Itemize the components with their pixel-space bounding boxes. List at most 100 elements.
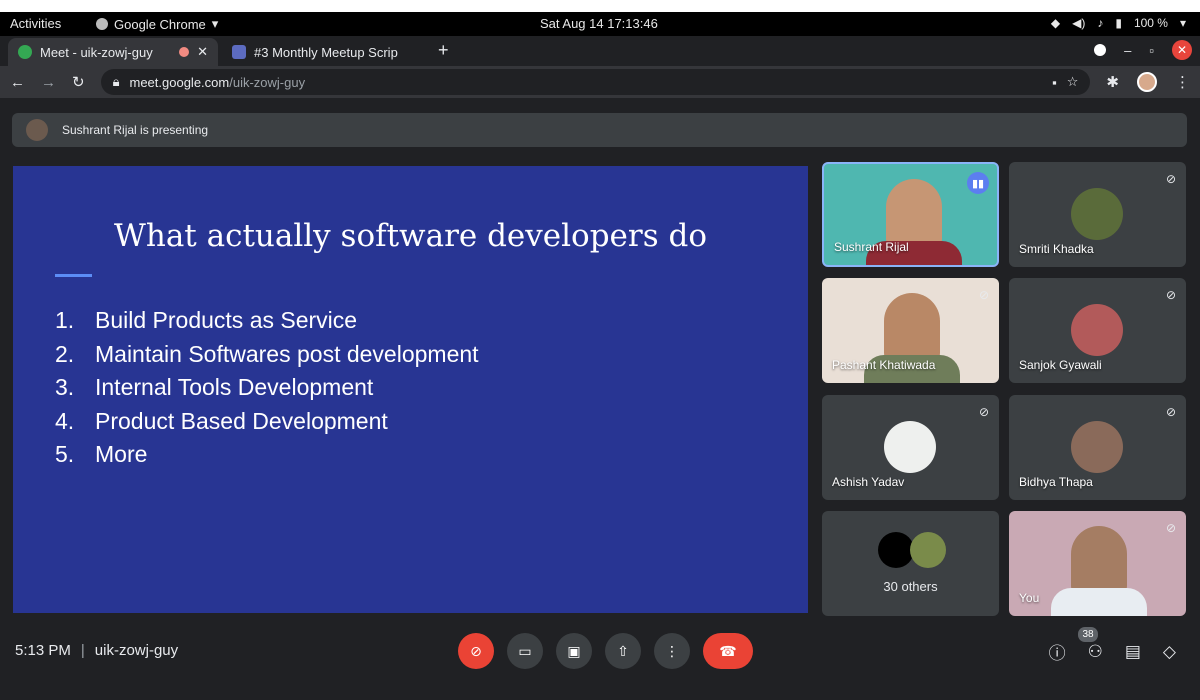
presenting-banner: Sushrant Rijal is presenting (12, 113, 1187, 147)
speaking-indicator-icon: ▮▮ (967, 172, 989, 194)
volume-icon: ◀) (1072, 16, 1086, 30)
reload-icon[interactable]: ↻ (72, 73, 85, 91)
system-tray[interactable]: ◆ ◀) ♪ ▮ 100 % ▾ (1051, 16, 1186, 30)
address-bar[interactable]: 🔒︎ meet.google.com/uik-zowj-guy ▪ ☆ (100, 69, 1091, 95)
forward-icon[interactable]: → (41, 74, 56, 91)
participant-tile-ashish-yadav[interactable]: ⊘ Ashish Yadav (822, 395, 999, 500)
participant-name: Sushrant Rijal (834, 240, 909, 254)
list-number: 5. (55, 441, 75, 467)
people-icon[interactable]: ⚇ (1088, 642, 1103, 662)
meeting-info: 5:13 PM | uik-zowj-guy (15, 642, 178, 659)
app-menu[interactable]: Google Chrome ▾ (96, 16, 218, 32)
participant-name: Ashish Yadav (832, 475, 905, 489)
back-icon[interactable]: ← (10, 74, 25, 91)
camera-toggle-button[interactable]: ▭ (507, 633, 543, 669)
list-item: 2. Maintain Softwares post development (55, 338, 479, 372)
meeting-time: 5:13 PM (15, 642, 71, 659)
new-tab-icon[interactable]: + (438, 40, 449, 61)
participant-name: Pashant Khatiwada (832, 358, 936, 372)
participant-tile-you[interactable]: ⊘ You (1009, 511, 1186, 616)
list-number: 4. (55, 407, 75, 434)
recording-indicator-icon (179, 47, 190, 57)
list-item: 5. More (55, 438, 479, 472)
mic-off-icon: ⊘ (1165, 521, 1176, 535)
people-count-badge: 38 (1078, 627, 1098, 642)
tab-label: #3 Monthly Meetup Scrip (254, 44, 398, 60)
participant-name: Bidhya Thapa (1019, 475, 1093, 489)
mic-toggle-button[interactable]: ⊘ (458, 633, 494, 669)
participant-name: You (1019, 591, 1040, 605)
battery-icon: ▮ (1115, 16, 1122, 30)
close-icon[interactable]: ✕ (197, 44, 208, 60)
list-text: Build Products as Service (95, 307, 358, 333)
mic-off-icon: ⊘ (1165, 172, 1176, 186)
meet-favicon-icon (18, 45, 32, 59)
slide-title: What actually software developers do (113, 218, 707, 254)
meeting-details-icon[interactable]: ⓘ (1049, 639, 1066, 664)
list-number: 1. (55, 307, 75, 333)
microphone-icon: ♪ (1097, 16, 1104, 30)
tab-docs[interactable]: #3 Monthly Meetup Scrip (222, 38, 422, 66)
extensions-icon[interactable]: ✱ (1106, 73, 1119, 91)
system-top-bar: Activities Google Chrome ▾ Sat Aug 14 17… (0, 12, 1200, 36)
docs-favicon-icon (232, 45, 246, 59)
avatar (884, 421, 936, 473)
bookmark-star-icon[interactable]: ☆ (1067, 74, 1079, 90)
list-text: More (95, 441, 148, 467)
list-item: 4. Product Based Development (55, 405, 479, 439)
presentation-slide: What actually software developers do 1. B… (13, 166, 808, 613)
list-text: Product Based Development (95, 407, 388, 434)
avatar (1071, 304, 1123, 356)
participant-tile-sanjok-gyawali[interactable]: ⊘ Sanjok Gyawali (1009, 278, 1186, 383)
participant-tile-pashant-khatiwada[interactable]: ⊘ Pashant Khatiwada (822, 278, 999, 383)
tab-label: Meet - uik-zowj-guy (40, 44, 153, 60)
mic-off-icon: ⊘ (978, 288, 989, 302)
chevron-down-icon: ▾ (211, 16, 219, 31)
present-button[interactable]: ⇧ (605, 633, 641, 669)
mic-off-icon: ⊘ (978, 405, 989, 419)
meeting-controls-bar: 5:13 PM | uik-zowj-guy ⊘ ▭ ▣ ⇧ ⋮ ☎ ⓘ ⚇ ▤… (0, 625, 1200, 700)
window-controls: – ▫ ✕ (1094, 40, 1192, 60)
participant-tile-others[interactable]: 30 others (822, 511, 999, 616)
captions-button[interactable]: ▣ (556, 633, 592, 669)
camera-icon[interactable]: ▪ (1052, 75, 1057, 90)
restore-icon[interactable]: ▫ (1149, 43, 1154, 58)
url-text: meet.google.com/uik-zowj-guy (130, 75, 306, 90)
participant-name: Sanjok Gyawali (1019, 358, 1102, 372)
list-number: 3. (55, 374, 75, 400)
list-text: Maintain Softwares post development (95, 340, 479, 367)
participant-tile-sushrant-rijal[interactable]: ▮▮ Sushrant Rijal (822, 162, 999, 267)
leave-call-button[interactable]: ☎ (703, 633, 753, 669)
participant-video (866, 179, 962, 265)
participant-body (1051, 588, 1147, 616)
participant-tile-bidhya-thapa[interactable]: ⊘ Bidhya Thapa (1009, 395, 1186, 500)
url-host: meet.google.com (129, 74, 230, 90)
meeting-side-controls: ⓘ ⚇ ▤ ◇ (1049, 639, 1176, 664)
list-item: 3. Internal Tools Development (55, 371, 479, 405)
close-window-icon[interactable]: ✕ (1172, 40, 1192, 60)
more-options-icon: ⋮ (665, 642, 679, 659)
minimize-icon[interactable]: – (1124, 43, 1131, 58)
mic-off-icon: ⊘ (1165, 405, 1176, 419)
list-item: 1. Build Products as Service (55, 304, 479, 338)
camera-icon: ▭ (518, 642, 532, 659)
system-clock[interactable]: Sat Aug 14 17:13:46 (540, 16, 658, 31)
avatar (910, 532, 946, 568)
participant-video (864, 293, 960, 383)
activities-icon[interactable]: ◇ (1163, 642, 1176, 662)
tab-meet[interactable]: Meet - uik-zowj-guy ✕ (8, 38, 218, 66)
activities-button[interactable]: Activities (10, 16, 61, 31)
more-options-button[interactable]: ⋮ (654, 633, 690, 669)
battery-level: 100 % (1133, 16, 1168, 30)
lock-icon: 🔒︎ (112, 74, 120, 89)
slide-accent-line (55, 274, 92, 277)
more-options-icon[interactable]: ⋮ (1175, 73, 1190, 91)
presenter-avatar (26, 119, 48, 141)
url-path: /uik-zowj-guy (229, 74, 306, 90)
chat-icon[interactable]: ▤ (1125, 642, 1141, 662)
profile-indicator-icon[interactable] (1094, 44, 1107, 56)
mic-off-icon: ⊘ (1165, 288, 1176, 302)
participant-tile-smriti-khadka[interactable]: ⊘ Smriti Khadka (1009, 162, 1186, 267)
browser-toolbar: ← → ↻ 🔒︎ meet.google.com/uik-zowj-guy ▪ … (0, 66, 1200, 98)
profile-avatar[interactable] (1137, 72, 1157, 92)
